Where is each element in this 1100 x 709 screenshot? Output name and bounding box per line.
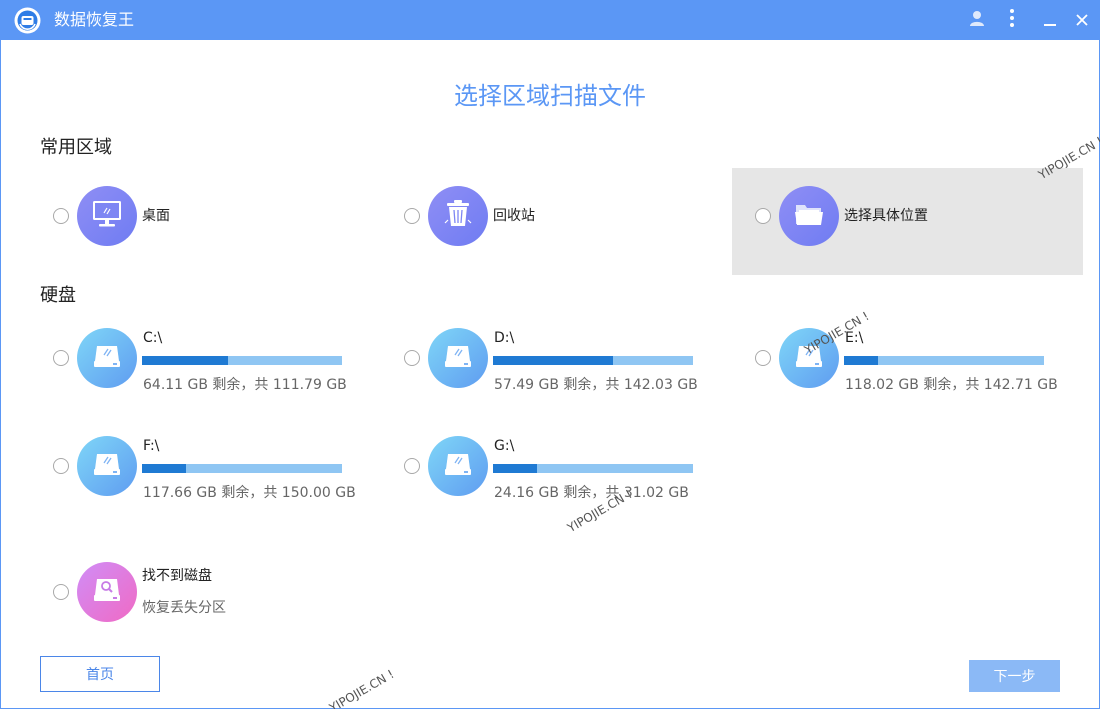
drive-info-f: 117.66 GB 剩余，共 150.00 GB bbox=[143, 485, 356, 501]
drive-usage-bar-f bbox=[142, 464, 342, 473]
next-button[interactable]: 下一步 bbox=[969, 660, 1060, 692]
area-option-desktop[interactable] bbox=[77, 186, 137, 246]
drive-name-f: F:\ bbox=[143, 438, 160, 454]
drive-usage-fill-d bbox=[493, 356, 613, 365]
user-button[interactable] bbox=[963, 6, 991, 34]
drive-usage-fill-g bbox=[493, 464, 537, 473]
drive-name-g: G:\ bbox=[494, 438, 515, 454]
drive-usage-bar-d bbox=[493, 356, 693, 365]
radio-drive-e[interactable] bbox=[755, 350, 771, 366]
app-title: 数据恢复王 bbox=[54, 10, 135, 29]
drive-info-d: 57.49 GB 剩余，共 142.03 GB bbox=[494, 377, 698, 393]
area-option-recycle-bin[interactable] bbox=[428, 186, 488, 246]
minimize-icon bbox=[1044, 11, 1056, 30]
drive-usage-fill-f bbox=[142, 464, 186, 473]
drive-option-d[interactable] bbox=[428, 328, 488, 388]
minimize-button[interactable] bbox=[1036, 6, 1064, 34]
drive-usage-bar-c bbox=[142, 356, 342, 365]
drive-info-g: 24.16 GB 剩余，共 31.02 GB bbox=[494, 485, 689, 501]
radio-specific-location[interactable] bbox=[755, 208, 771, 224]
app-logo-icon bbox=[14, 7, 41, 34]
radio-drive-d[interactable] bbox=[404, 350, 420, 366]
lost-disk-title: 找不到磁盘 bbox=[142, 568, 212, 584]
close-button[interactable] bbox=[1068, 6, 1096, 34]
more-vertical-icon bbox=[1009, 8, 1015, 32]
drive-option-f[interactable] bbox=[77, 436, 137, 496]
area-label-desktop: 桌面 bbox=[142, 208, 170, 224]
radio-recycle-bin[interactable] bbox=[404, 208, 420, 224]
radio-drive-f[interactable] bbox=[53, 458, 69, 474]
hard-drive-icon bbox=[93, 452, 121, 480]
page-title: 选择区域扫描文件 bbox=[454, 82, 646, 110]
drive-usage-fill-e bbox=[844, 356, 878, 365]
hard-drive-icon bbox=[444, 452, 472, 480]
drive-option-c[interactable] bbox=[77, 328, 137, 388]
drive-name-d: D:\ bbox=[494, 330, 515, 346]
title-bar: 数据恢复王 bbox=[0, 0, 1100, 40]
radio-lost-disk[interactable] bbox=[53, 584, 69, 600]
lost-disk-subtitle: 恢复丢失分区 bbox=[142, 600, 226, 616]
drive-name-c: C:\ bbox=[143, 330, 163, 346]
radio-drive-c[interactable] bbox=[53, 350, 69, 366]
user-icon bbox=[968, 9, 986, 31]
drive-usage-bar-e bbox=[844, 356, 1044, 365]
desktop-icon bbox=[92, 200, 122, 232]
drive-info-e: 118.02 GB 剩余，共 142.71 GB bbox=[845, 377, 1058, 393]
more-menu-button[interactable] bbox=[998, 6, 1026, 34]
lost-disk-option[interactable] bbox=[77, 562, 137, 622]
radio-drive-g[interactable] bbox=[404, 458, 420, 474]
drive-usage-fill-c bbox=[142, 356, 228, 365]
recycle-bin-icon bbox=[444, 199, 472, 233]
section-title-common: 常用区域 bbox=[40, 137, 112, 158]
area-option-specific-location[interactable] bbox=[779, 186, 839, 246]
radio-desktop[interactable] bbox=[53, 208, 69, 224]
drive-option-g[interactable] bbox=[428, 436, 488, 496]
drive-info-c: 64.11 GB 剩余，共 111.79 GB bbox=[143, 377, 347, 393]
folder-icon bbox=[794, 201, 824, 231]
drive-usage-bar-g bbox=[493, 464, 693, 473]
hard-drive-icon bbox=[93, 344, 121, 372]
section-title-disks: 硬盘 bbox=[40, 285, 76, 306]
disk-search-icon bbox=[93, 577, 121, 607]
home-button[interactable]: 首页 bbox=[40, 656, 160, 692]
hard-drive-icon bbox=[444, 344, 472, 372]
area-label-recycle-bin: 回收站 bbox=[493, 208, 535, 224]
close-icon bbox=[1076, 11, 1088, 30]
area-label-specific-location: 选择具体位置 bbox=[844, 208, 928, 224]
